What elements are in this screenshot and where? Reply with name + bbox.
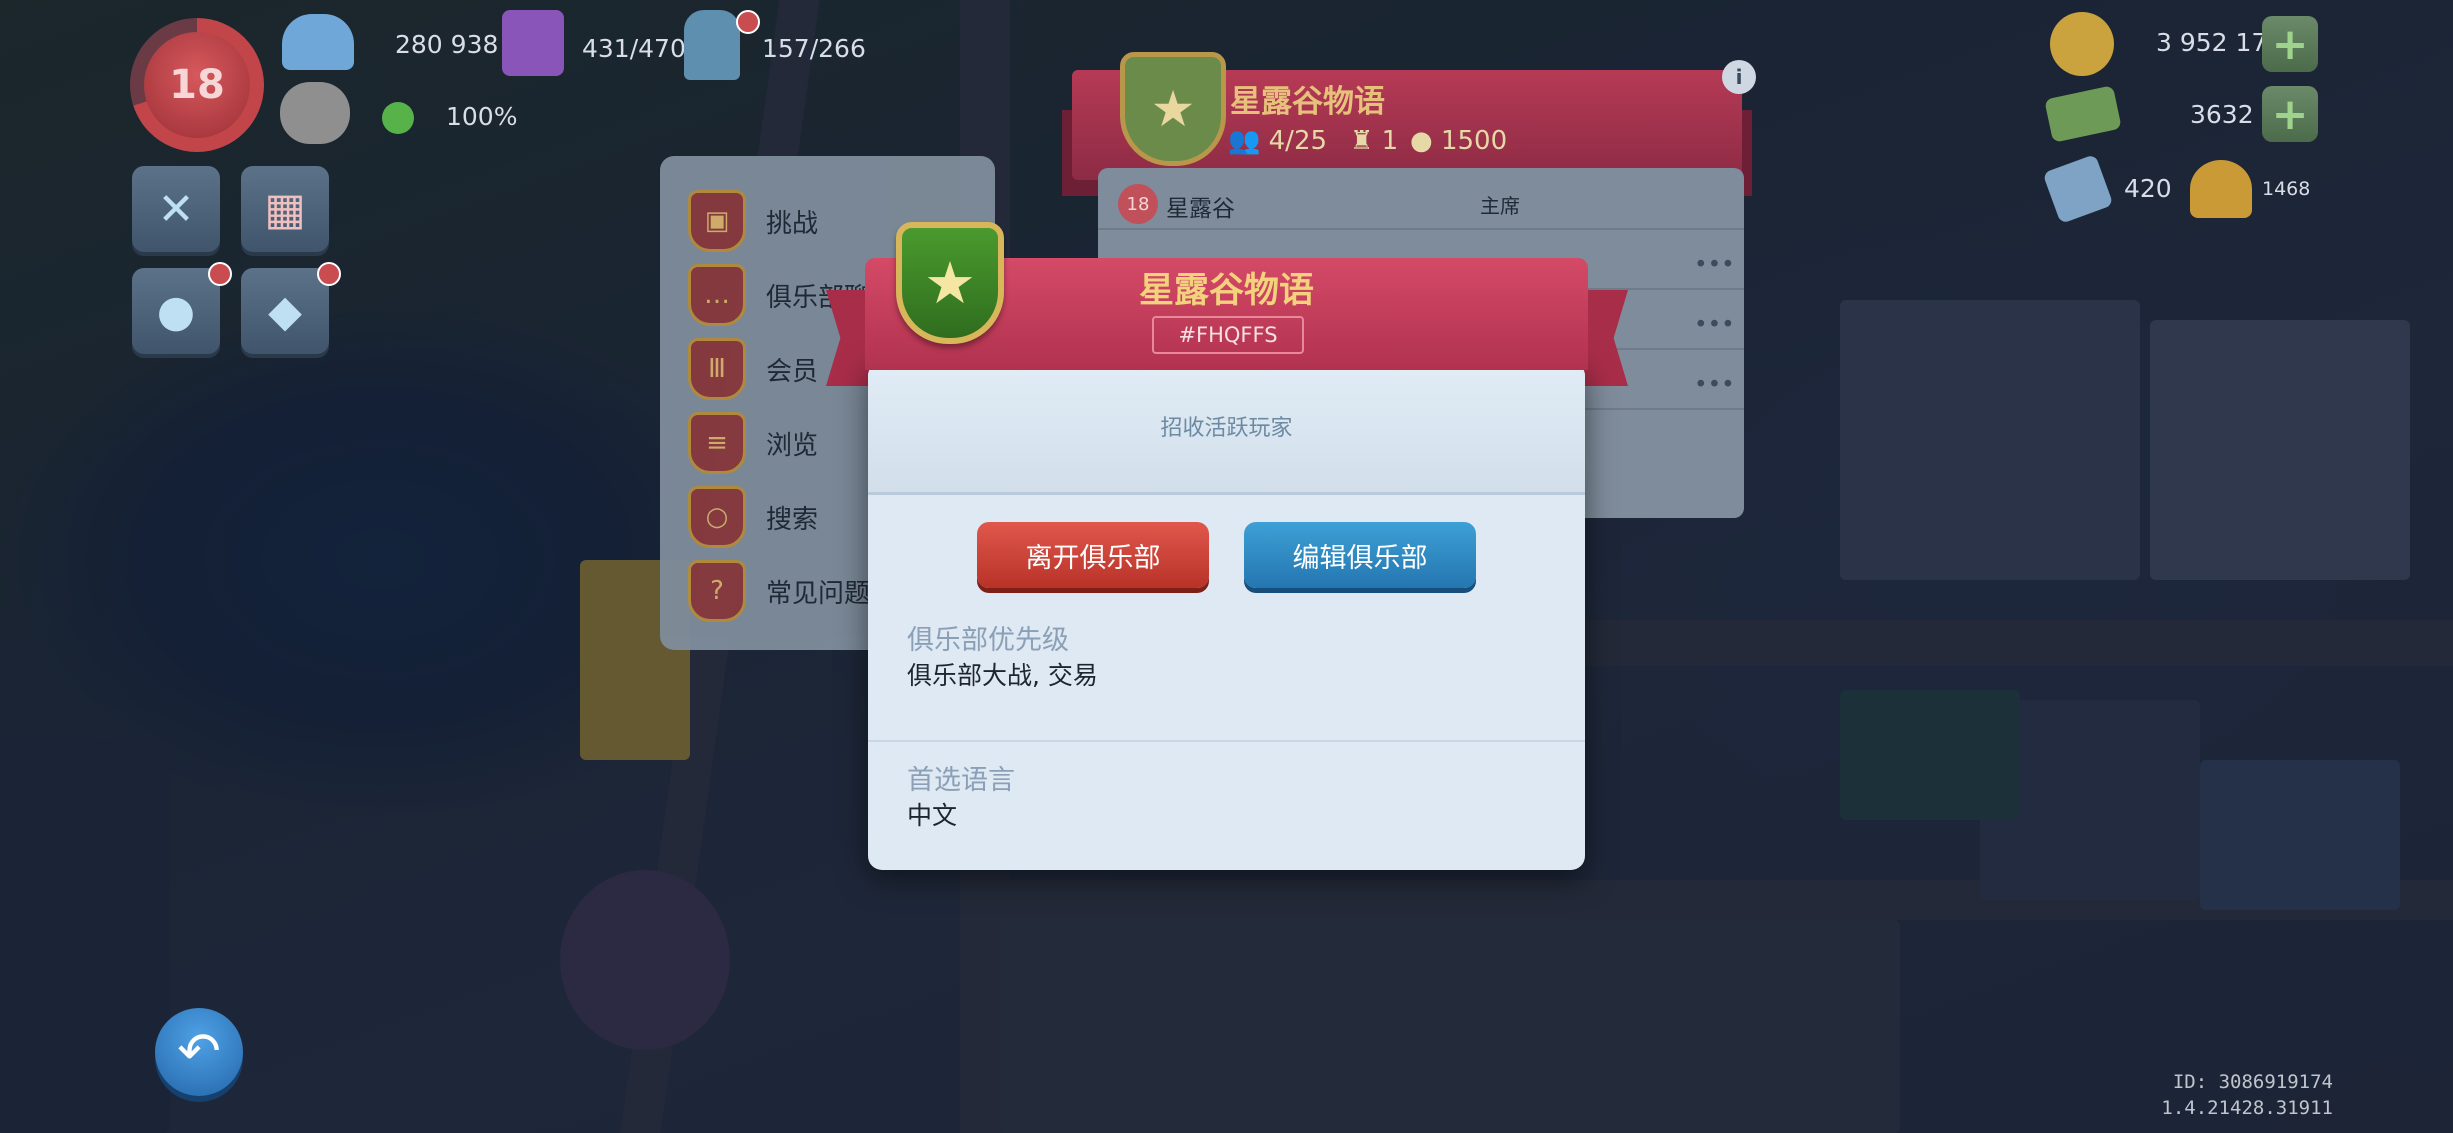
notification-dot	[208, 262, 232, 286]
club-panel-title: 星露谷物语	[1230, 84, 1385, 120]
side-item-label: 挑战	[766, 208, 819, 239]
search-icon: ○	[688, 486, 746, 548]
chat-icon: …	[688, 264, 746, 326]
calendar-button[interactable]: ▦	[241, 166, 329, 252]
storage-value: 431/470	[582, 34, 686, 63]
recruit-message: 招收活跃玩家	[1160, 416, 1293, 441]
level-badge[interactable]: 18	[130, 18, 264, 152]
notification-dot	[317, 262, 341, 286]
side-item-label: 搜索	[766, 504, 819, 535]
more-options-icon[interactable]: •••	[1694, 312, 1735, 338]
calendar-icon: ▦	[264, 183, 306, 235]
game-button[interactable]: ◆	[241, 268, 329, 354]
tools-button[interactable]: ✕	[132, 166, 220, 252]
friends-icon: ●	[156, 285, 196, 337]
member-name: 星露谷	[1166, 196, 1235, 222]
club-members-count: 👥 4/25	[1228, 126, 1328, 156]
simcash-value: 3632	[2190, 100, 2254, 129]
water-value: 157/266	[762, 34, 866, 63]
side-item-label: 会员	[766, 356, 819, 387]
faq-icon: ?	[688, 560, 746, 622]
golden-keys-value: 1468	[2262, 178, 2311, 200]
club-tag: #FHQFFS	[1152, 316, 1304, 354]
user-id: ID: 3086919174	[2172, 1071, 2333, 1093]
happiness-value: 100%	[446, 102, 518, 131]
buy-simcash-button[interactable]: +	[2262, 86, 2318, 142]
more-options-icon[interactable]: •••	[1694, 252, 1735, 278]
edit-club-button[interactable]: 编辑俱乐部	[1244, 522, 1476, 588]
club-shield-icon: ★	[1120, 52, 1226, 166]
chest-icon: ▣	[688, 190, 746, 252]
priority-value: 俱乐部大战, 交易	[907, 661, 1098, 690]
water-tower-icon	[684, 10, 740, 80]
side-item-label: 浏览	[766, 430, 819, 461]
members-icon: Ⅲ	[688, 338, 746, 400]
side-item-label: 常见问题	[766, 578, 871, 609]
language-value: 中文	[907, 801, 958, 830]
leave-club-button[interactable]: 离开俱乐部	[977, 522, 1209, 588]
club-shield-icon: ★	[896, 222, 1004, 344]
member-role: 主席	[1480, 194, 1520, 218]
club-score: ● 1500	[1410, 126, 1508, 156]
gamepad-icon: ◆	[268, 285, 302, 337]
member-level-badge: 18	[1118, 184, 1158, 224]
divider	[868, 740, 1585, 742]
score-value: 1500	[1440, 126, 1508, 156]
back-button[interactable]: ↶	[155, 1008, 243, 1096]
back-arrow-icon: ↶	[177, 1022, 221, 1082]
build-number: 1.4.21428.31911	[2161, 1097, 2333, 1119]
friends-button[interactable]: ●	[132, 268, 220, 354]
version-info: ID: 3086919174 1.4.21428.31911	[2161, 1069, 2333, 1121]
vip-crown-icon[interactable]	[280, 82, 350, 144]
smiley-icon	[382, 102, 414, 134]
tools-icon: ✕	[157, 183, 195, 235]
notification-dot	[736, 10, 760, 34]
language-label: 首选语言	[907, 765, 1015, 796]
priority-label: 俱乐部优先级	[907, 625, 1069, 656]
storage-icon	[502, 10, 564, 76]
members-value: 4/25	[1268, 126, 1328, 156]
simoleon-icon	[2050, 12, 2114, 76]
rank-value: 1	[1381, 126, 1399, 156]
golden-key-icon	[2190, 160, 2252, 218]
tokens-value: 420	[2124, 174, 2172, 203]
more-options-icon[interactable]: •••	[1694, 372, 1735, 398]
buy-simoleons-button[interactable]: +	[2262, 16, 2318, 72]
population-icon	[282, 14, 354, 70]
population-value: 280 938	[395, 30, 499, 59]
level-value: 18	[144, 32, 250, 138]
browse-icon: ≡	[688, 412, 746, 474]
info-icon[interactable]: i	[1722, 60, 1756, 94]
club-rank: ♜ 1	[1350, 126, 1399, 156]
